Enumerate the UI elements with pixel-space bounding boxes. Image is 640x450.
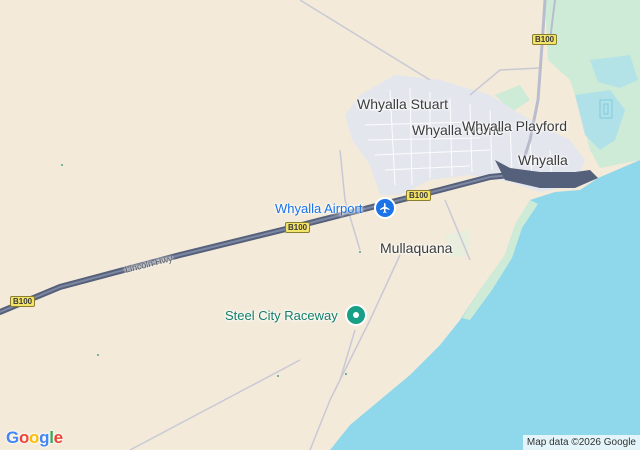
airplane-icon	[380, 203, 390, 213]
route-shield-north: B100	[532, 34, 558, 45]
route-shield-middle: B100	[285, 222, 311, 233]
place-whyalla-stuart[interactable]: Whyalla Stuart	[357, 96, 448, 112]
airport-marker[interactable]	[374, 197, 396, 219]
map-attribution[interactable]: Map data ©2026 Google	[522, 435, 640, 450]
google-logo: Google	[6, 428, 63, 447]
route-shield-west: B100	[10, 296, 36, 307]
place-whyalla[interactable]: Whyalla	[518, 152, 568, 168]
poi-airport-label[interactable]: Whyalla Airport	[275, 201, 362, 216]
raceway-marker[interactable]	[345, 304, 367, 326]
map-base	[0, 0, 640, 450]
place-whyalla-norrie[interactable]: Whyalla Norrie	[412, 123, 504, 138]
poi-raceway-label[interactable]: Steel City Raceway	[225, 308, 338, 323]
place-whyalla-playford[interactable]: Whyalla Playford	[462, 119, 567, 134]
route-shield-airport: B100	[406, 190, 432, 201]
map-canvas[interactable]: Whyalla Stuart Whyalla Norrie Whyalla Pl…	[0, 0, 640, 450]
place-mullaquana[interactable]: Mullaquana	[380, 240, 452, 256]
pin-icon	[353, 312, 359, 318]
